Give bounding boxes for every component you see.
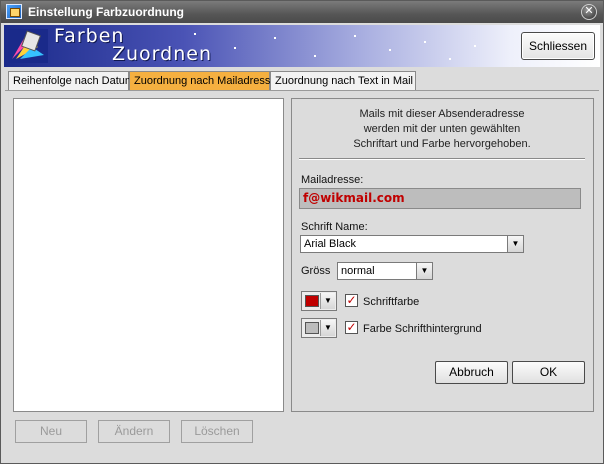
chevron-down-icon[interactable]: ▼ bbox=[416, 263, 432, 279]
info-line: Schriftart und Farbe hervorgehoben. bbox=[353, 138, 531, 150]
tab-by-mail-address[interactable]: Zuordnung nach Mailadresse bbox=[129, 71, 276, 90]
mail-address-label: Mailadresse: bbox=[301, 174, 364, 186]
tab-order-by-date[interactable]: Reihenfolge nach Datum bbox=[8, 71, 134, 90]
edit-button[interactable]: Ändern bbox=[98, 420, 170, 443]
dialog-window: Einstellung Farbzuordnung ✕ Farben Zuord… bbox=[0, 0, 604, 464]
font-name-select[interactable]: Arial Black ▼ bbox=[300, 235, 524, 253]
new-button[interactable]: Neu bbox=[15, 420, 87, 443]
ok-button[interactable]: OK bbox=[512, 361, 585, 384]
chevron-down-icon[interactable]: ▼ bbox=[320, 320, 335, 336]
background-color-swatch bbox=[305, 322, 319, 334]
background-color-checkbox[interactable]: ✓ bbox=[345, 321, 358, 334]
sparkle bbox=[314, 55, 316, 57]
close-icon[interactable]: ✕ bbox=[581, 4, 597, 20]
title-bar[interactable]: Einstellung Farbzuordnung ✕ bbox=[1, 1, 603, 23]
sparkle bbox=[274, 37, 276, 39]
info-line: Mails mit dieser Absenderadresse bbox=[359, 108, 525, 120]
window-title: Einstellung Farbzuordnung bbox=[28, 5, 184, 19]
delete-button[interactable]: Löschen bbox=[181, 420, 253, 443]
sparkle bbox=[474, 45, 476, 47]
sparkle bbox=[449, 58, 451, 60]
paint-bucket-icon bbox=[8, 29, 48, 63]
sparkle bbox=[354, 35, 356, 37]
close-button[interactable]: Schliessen bbox=[521, 32, 595, 60]
app-icon bbox=[6, 4, 22, 19]
chevron-down-icon[interactable]: ▼ bbox=[507, 236, 523, 252]
size-select[interactable]: normal ▼ bbox=[337, 262, 433, 280]
banner: Farben Zuordnen bbox=[4, 25, 600, 67]
banner-title-line2: Zuordnen bbox=[112, 43, 212, 65]
address-list[interactable] bbox=[13, 98, 284, 412]
font-color-picker[interactable]: ▼ bbox=[301, 291, 337, 311]
font-color-swatch bbox=[305, 295, 319, 307]
chevron-down-icon[interactable]: ▼ bbox=[320, 293, 335, 309]
mail-address-field[interactable]: f@wikmail.com bbox=[299, 188, 581, 209]
info-text: Mails mit dieser Absenderadresse werden … bbox=[299, 107, 585, 152]
cancel-button[interactable]: Abbruch bbox=[435, 361, 508, 384]
divider bbox=[299, 158, 585, 160]
tab-by-text-in-mail[interactable]: Zuordnung nach Text in Mail bbox=[270, 71, 416, 90]
sparkle bbox=[424, 41, 426, 43]
font-color-checkbox[interactable]: ✓ bbox=[345, 294, 358, 307]
size-label: Gröss bbox=[301, 265, 331, 277]
font-color-label: Schriftfarbe bbox=[363, 296, 420, 308]
background-color-label: Farbe Schrifthintergrund bbox=[363, 323, 482, 335]
font-name-label: Schrift Name: bbox=[301, 221, 368, 233]
background-color-picker[interactable]: ▼ bbox=[301, 318, 337, 338]
sparkle bbox=[389, 49, 391, 51]
font-name-value: Arial Black bbox=[304, 238, 356, 250]
sparkle bbox=[234, 47, 236, 49]
sparkle bbox=[194, 33, 196, 35]
size-value: normal bbox=[341, 265, 375, 277]
info-line: werden mit der unten gewählten bbox=[363, 123, 521, 135]
